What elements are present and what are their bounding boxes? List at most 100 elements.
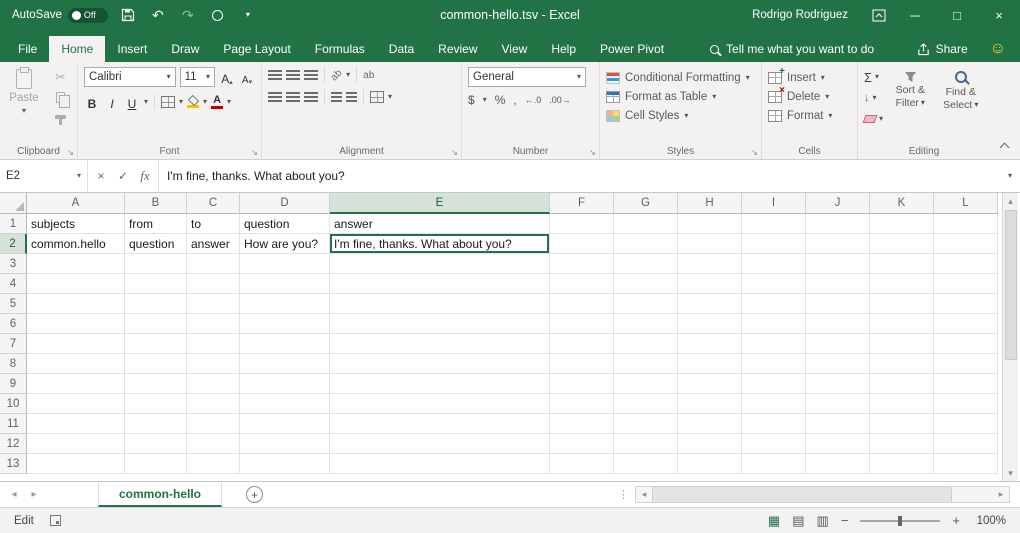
cell-F3[interactable] <box>550 254 614 274</box>
cell-J2[interactable] <box>806 234 870 254</box>
cell-K11[interactable] <box>870 414 934 434</box>
row-header-3[interactable]: 3 <box>0 254 27 274</box>
cell-H5[interactable] <box>678 294 742 314</box>
number-dialog-launcher-icon[interactable]: ↘ <box>589 148 596 157</box>
fill-color-button[interactable] <box>187 96 199 108</box>
borders-dropdown-icon[interactable]: ▾ <box>179 98 183 106</box>
cell-E9[interactable] <box>330 374 550 394</box>
cell-F13[interactable] <box>550 454 614 474</box>
cell-E8[interactable] <box>330 354 550 374</box>
cell-B4[interactable] <box>125 274 187 294</box>
row-header-8[interactable]: 8 <box>0 354 27 374</box>
tab-splitter-icon[interactable]: ⋮ <box>612 482 635 507</box>
cell-C9[interactable] <box>187 374 240 394</box>
cell-C11[interactable] <box>187 414 240 434</box>
cell-G3[interactable] <box>614 254 678 274</box>
cell-G13[interactable] <box>614 454 678 474</box>
cell-A7[interactable] <box>27 334 125 354</box>
cell-D1[interactable]: question <box>240 214 330 234</box>
grow-font-button[interactable]: A▴ <box>219 68 235 86</box>
orientation-button[interactable]: ab <box>329 67 345 83</box>
cell-G4[interactable] <box>614 274 678 294</box>
cell-F5[interactable] <box>550 294 614 314</box>
cell-H12[interactable] <box>678 434 742 454</box>
fill-color-dropdown-icon[interactable]: ▾ <box>203 98 207 106</box>
cell-H7[interactable] <box>678 334 742 354</box>
cell-D3[interactable] <box>240 254 330 274</box>
macro-record-icon[interactable] <box>50 515 61 526</box>
delete-cells-button[interactable]: Delete ▾ <box>768 87 851 106</box>
tab-home[interactable]: Home <box>49 36 105 62</box>
increase-decimal-button[interactable]: ←.0 <box>525 95 542 105</box>
cell-G11[interactable] <box>614 414 678 434</box>
font-color-dropdown-icon[interactable]: ▾ <box>227 98 231 106</box>
column-header-D[interactable]: D <box>240 193 330 214</box>
cell-A5[interactable] <box>27 294 125 314</box>
cell-C6[interactable] <box>187 314 240 334</box>
cell-F1[interactable] <box>550 214 614 234</box>
scroll-up-icon[interactable]: ▴ <box>1003 193 1018 209</box>
bold-button[interactable]: B <box>84 93 100 111</box>
row-header-10[interactable]: 10 <box>0 394 27 414</box>
cell-K7[interactable] <box>870 334 934 354</box>
tab-file[interactable]: File <box>6 36 49 62</box>
cell-L3[interactable] <box>934 254 998 274</box>
cell-A3[interactable] <box>27 254 125 274</box>
cell-J5[interactable] <box>806 294 870 314</box>
clipboard-dialog-launcher-icon[interactable]: ↘ <box>67 148 74 157</box>
cut-button[interactable]: ✂ <box>51 69 69 85</box>
cell-L13[interactable] <box>934 454 998 474</box>
cell-K3[interactable] <box>870 254 934 274</box>
cell-D8[interactable] <box>240 354 330 374</box>
shrink-font-button[interactable]: A▾ <box>239 68 255 86</box>
cell-E2[interactable]: I'm fine, thanks. What about you? <box>330 234 550 254</box>
page-layout-view-icon[interactable]: ▤ <box>792 514 804 527</box>
cell-G1[interactable] <box>614 214 678 234</box>
cell-F12[interactable] <box>550 434 614 454</box>
borders-button[interactable] <box>161 96 175 108</box>
cell-K9[interactable] <box>870 374 934 394</box>
cell-G2[interactable] <box>614 234 678 254</box>
cell-J3[interactable] <box>806 254 870 274</box>
cell-B9[interactable] <box>125 374 187 394</box>
cell-E3[interactable] <box>330 254 550 274</box>
zoom-slider[interactable] <box>860 520 940 522</box>
zoom-out-button[interactable]: − <box>841 513 849 528</box>
cell-I4[interactable] <box>742 274 806 294</box>
cell-B8[interactable] <box>125 354 187 374</box>
cell-K1[interactable] <box>870 214 934 234</box>
cell-J6[interactable] <box>806 314 870 334</box>
orientation-dropdown-icon[interactable]: ▾ <box>346 71 350 79</box>
cell-B6[interactable] <box>125 314 187 334</box>
cell-E7[interactable] <box>330 334 550 354</box>
column-header-L[interactable]: L <box>934 193 998 214</box>
row-header-6[interactable]: 6 <box>0 314 27 334</box>
cell-I11[interactable] <box>742 414 806 434</box>
cell-B5[interactable] <box>125 294 187 314</box>
cell-D2[interactable]: How are you? <box>240 234 330 254</box>
cell-H1[interactable] <box>678 214 742 234</box>
cell-H3[interactable] <box>678 254 742 274</box>
zoom-in-button[interactable]: + <box>952 513 960 528</box>
horizontal-scrollbar-thumb[interactable] <box>652 487 952 502</box>
column-header-B[interactable]: B <box>125 193 187 214</box>
cell-F8[interactable] <box>550 354 614 374</box>
cell-K6[interactable] <box>870 314 934 334</box>
cell-H4[interactable] <box>678 274 742 294</box>
conditional-formatting-button[interactable]: Conditional Formatting ▾ <box>606 68 755 87</box>
insert-function-button[interactable]: fx <box>134 168 156 184</box>
cell-styles-button[interactable]: Cell Styles ▾ <box>606 106 755 125</box>
row-header-5[interactable]: 5 <box>0 294 27 314</box>
name-box[interactable]: E2 ▾ <box>0 160 88 192</box>
cell-H9[interactable] <box>678 374 742 394</box>
formula-input[interactable]: I'm fine, thanks. What about you? <box>159 160 1000 192</box>
select-all-button[interactable] <box>0 193 27 214</box>
cell-B10[interactable] <box>125 394 187 414</box>
find-select-button[interactable]: Find & Select ▾ <box>938 68 984 142</box>
cell-I3[interactable] <box>742 254 806 274</box>
tab-help[interactable]: Help <box>539 36 588 62</box>
cell-G5[interactable] <box>614 294 678 314</box>
ribbon-display-options-button[interactable] <box>864 0 894 30</box>
redo-button[interactable]: ↷ <box>178 4 198 26</box>
feedback-smiley-icon[interactable]: ☺ <box>990 40 1006 58</box>
